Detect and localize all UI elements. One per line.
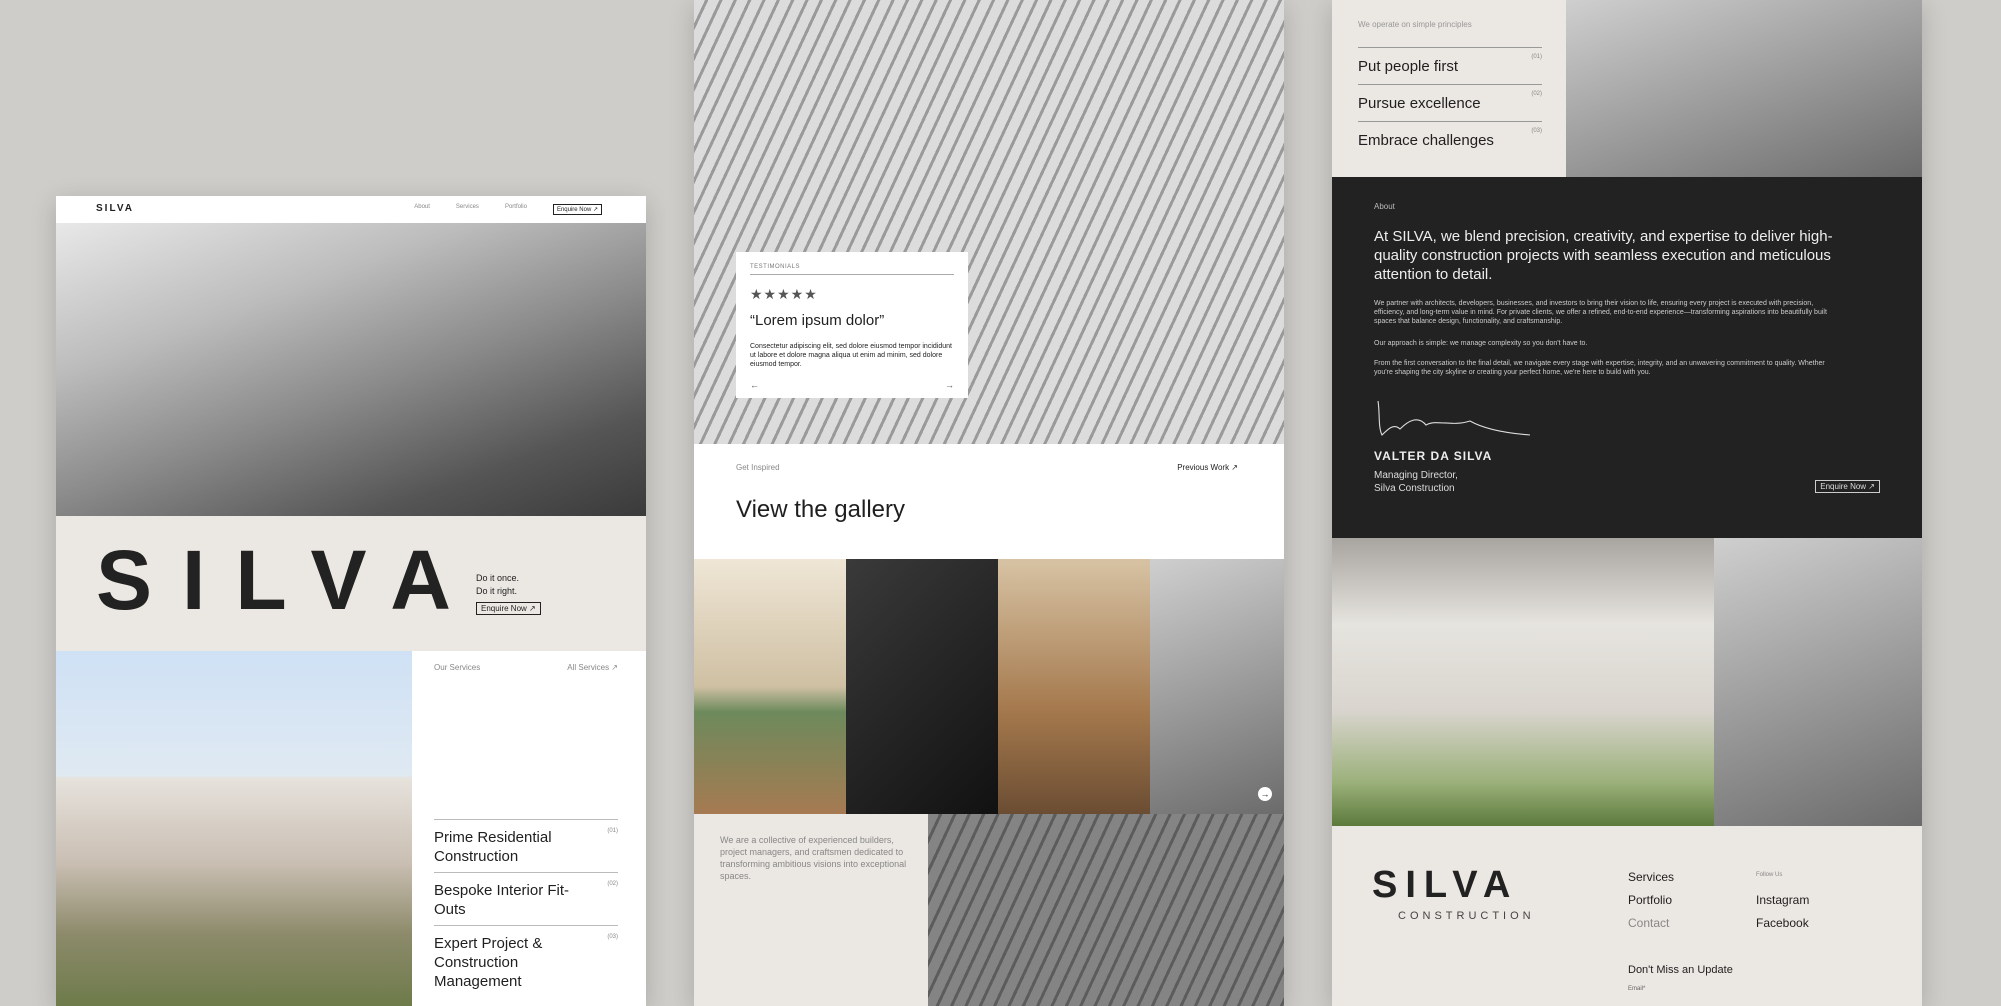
principle-label: Pursue excellence [1358,94,1481,112]
collective-block: We are a collective of experienced build… [694,814,928,1006]
about-section: About At SILVA, we blend precision, crea… [1332,177,1922,538]
about-panel: We operate on simple principles Put peop… [1332,0,1922,1006]
nav-links: About Services Portfolio Enquire Now ↗ [414,204,602,215]
social-link-instagram[interactable]: Instagram [1756,889,1809,912]
nav-logo[interactable]: SILVA [96,203,134,214]
principle-item: Embrace challenges (03) [1358,121,1542,158]
footer-links: Services Portfolio Contact [1628,866,1674,935]
testimonial-body: Consectetur adipiscing elit, sed dolore … [750,343,952,368]
principle-number: (03) [1531,128,1542,134]
about-paragraph: Our approach is simple: we manage comple… [1374,340,1588,347]
tagline-line-2: Do it right. [476,586,518,596]
principle-number: (02) [1531,91,1542,97]
services-panel: Our Services All Services ↗ Prime Reside… [412,651,646,1006]
follow-label: Follow Us [1756,872,1783,878]
footer-brand-sub: CONSTRUCTION [1398,910,1535,922]
gallery-panel: TESTIMONIALS ★★★★★ “Lorem ipsum dolor” C… [694,0,1284,1006]
service-number: (03) [607,934,618,940]
service-item[interactable]: Expert Project & Construction Management… [434,925,618,997]
homepage-panel: SILVA About Services Portfolio Enquire N… [56,196,646,1006]
footer: SILVA CONSTRUCTION Services Portfolio Co… [1332,826,1922,1006]
about-paragraph: We partner with architects, developers, … [1374,300,1827,325]
tagline-line-1: Do it once. [476,573,520,583]
services-heading: Our Services [434,663,481,672]
principle-item: Put people first (01) [1358,47,1542,84]
testimonial-quote: “Lorem ipsum dolor” [750,312,885,329]
gallery-image[interactable] [998,559,1150,814]
nav-link-about[interactable]: About [414,204,430,215]
principle-label: Put people first [1358,57,1459,75]
social-links: Instagram Facebook [1756,889,1809,935]
director-role: Managing Director, Silva Construction [1374,469,1458,495]
hero-tagline: Do it once. Do it right. [476,572,519,598]
hero-brand-logo: SILVA [96,533,481,627]
nav-link-services[interactable]: Services [456,204,479,215]
gallery-header: Get Inspired Previous Work ↗ View the ga… [694,444,1284,559]
service-number: (02) [607,881,618,887]
house-photo [56,651,412,1006]
gallery-next-arrow-icon[interactable]: → [1258,787,1272,801]
gallery-title: View the gallery [736,496,905,523]
gallery-image[interactable] [694,559,846,814]
principles-block: We operate on simple principles Put peop… [1332,0,1566,177]
principles-list: Put people first (01) Pursue excellence … [1358,47,1542,158]
services-header: Our Services All Services ↗ [434,663,618,672]
role-line-1: Managing Director, [1374,470,1458,481]
service-item[interactable]: Prime Residential Construction (01) [434,819,618,872]
signature-icon [1377,400,1531,436]
testimonial-label: TESTIMONIALS [750,264,801,270]
about-lead: At SILVA, we blend precision, creativity… [1374,228,1833,283]
divider [750,274,954,275]
nav-link-portfolio[interactable]: Portfolio [505,204,527,215]
role-line-2: Silva Construction [1374,483,1455,494]
principles-heading: We operate on simple principles [1358,20,1472,29]
about-paragraph: From the first conversation to the final… [1374,360,1825,376]
all-services-link[interactable]: All Services ↗ [567,663,618,672]
social-link-facebook[interactable]: Facebook [1756,912,1809,935]
hero-enquire-button[interactable]: Enquire Now ↗ [476,602,541,615]
prev-arrow-icon[interactable]: ← [750,380,759,390]
nav-enquire-button[interactable]: Enquire Now ↗ [552,204,602,215]
gallery-image[interactable]: → [1150,559,1284,814]
service-label: Bespoke Interior Fit-Outs [434,882,570,918]
team-photo [928,814,1284,1006]
scaffold-photo [1714,538,1922,826]
star-rating-icon: ★★★★★ [750,286,818,302]
service-number: (01) [607,828,618,834]
hero-aerial-photo [56,223,646,516]
principle-label: Embrace challenges [1358,131,1494,149]
service-label: Expert Project & Construction Management [434,935,543,990]
gallery-image[interactable] [846,559,998,814]
principle-number: (01) [1531,54,1542,60]
collective-text: We are a collective of experienced build… [720,835,907,881]
gallery-eyebrow: Get Inspired [736,463,780,472]
service-item[interactable]: Bespoke Interior Fit-Outs (02) [434,872,618,925]
footer-link-services[interactable]: Services [1628,866,1674,889]
newsletter-heading: Don't Miss an Update [1628,964,1733,976]
top-nav: SILVA About Services Portfolio Enquire N… [56,196,646,223]
service-label: Prime Residential Construction [434,829,552,865]
footer-brand-logo[interactable]: SILVA [1372,866,1518,904]
garden-house-photo [1332,538,1714,826]
principle-item: Pursue excellence (02) [1358,84,1542,121]
footer-link-contact[interactable]: Contact [1628,912,1674,935]
testimonial-card: TESTIMONIALS ★★★★★ “Lorem ipsum dolor” C… [736,252,968,398]
director-name: VALTER DA SILVA [1374,449,1493,463]
footer-link-portfolio[interactable]: Portfolio [1628,889,1674,912]
next-arrow-icon[interactable]: → [945,380,954,390]
hero-band: SILVA Do it once. Do it right. Enquire N… [56,516,646,651]
workshop-photo [1566,0,1922,177]
about-label: About [1374,202,1395,211]
about-enquire-button[interactable]: Enquire Now ↗ [1815,480,1880,493]
email-field-label[interactable]: Email* [1628,986,1645,992]
services-list: Prime Residential Construction (01) Besp… [434,819,618,997]
previous-work-link[interactable]: Previous Work ↗ [1177,463,1238,472]
